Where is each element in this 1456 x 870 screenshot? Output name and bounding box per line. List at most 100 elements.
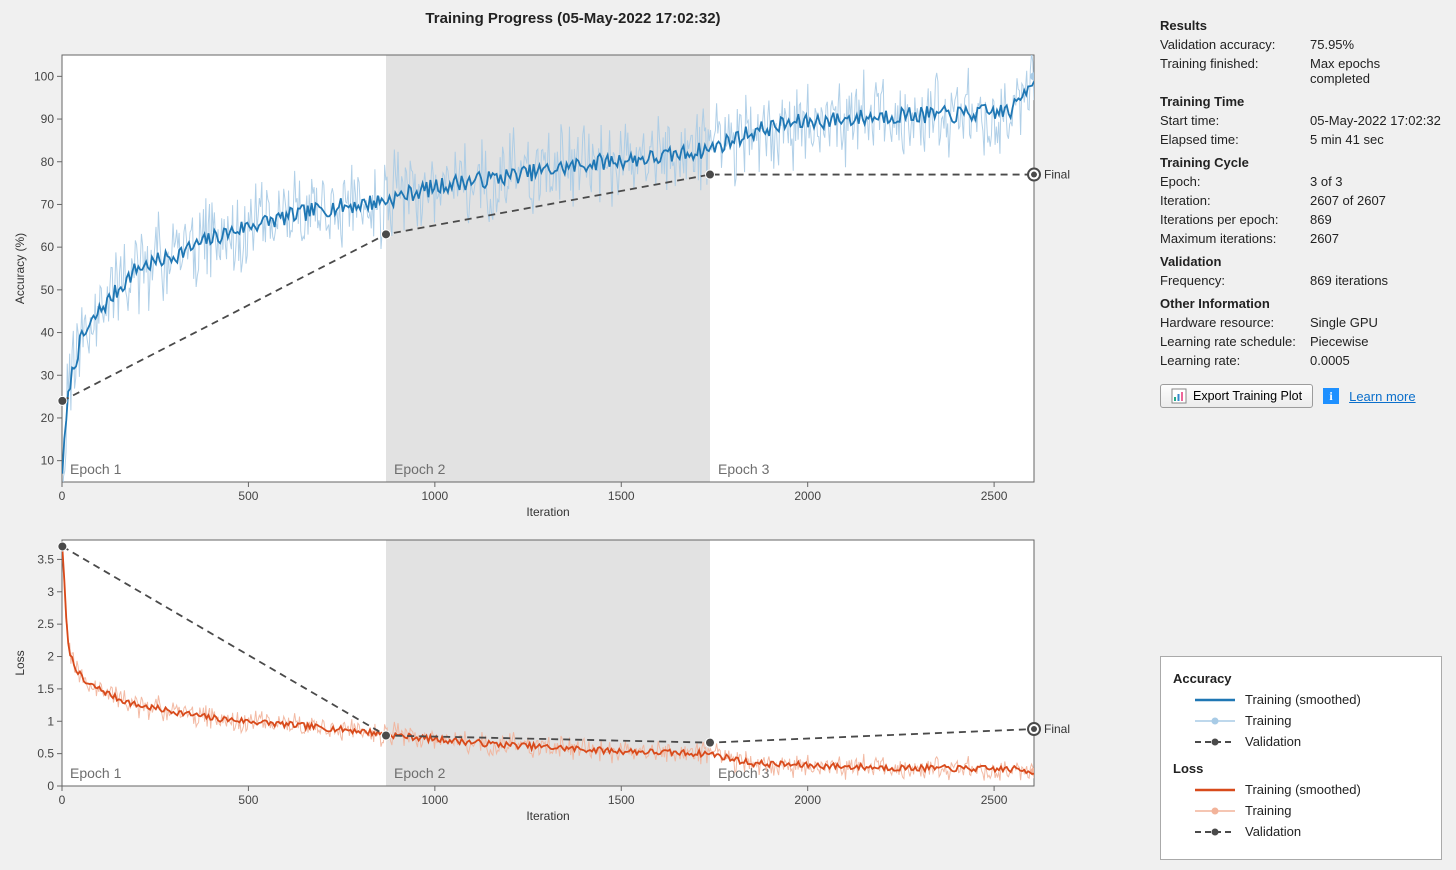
hw-label: Hardware resource:	[1160, 315, 1310, 330]
svg-text:2000: 2000	[794, 489, 821, 503]
legend-loss-heading: Loss	[1173, 761, 1425, 776]
training-finished-value: Max epochs completed	[1310, 56, 1442, 86]
elapsed-time-value: 5 min 41 sec	[1310, 132, 1442, 147]
svg-text:70: 70	[41, 197, 55, 211]
svg-text:2: 2	[47, 650, 54, 664]
svg-text:50: 50	[41, 283, 55, 297]
legend-label: Training	[1245, 713, 1291, 728]
svg-text:80: 80	[41, 155, 55, 169]
validation-accuracy-value: 75.95%	[1310, 37, 1442, 52]
svg-text:90: 90	[41, 112, 55, 126]
training-time-heading: Training Time	[1160, 94, 1442, 109]
loss-chart: 0 0.5 1 1.5 2 2.5 3 3.5 0 500 1000 1500 2000 2500 Epoc…	[6, 534, 1140, 832]
chart-export-icon	[1171, 388, 1187, 404]
svg-text:1000: 1000	[421, 793, 448, 807]
validation-accuracy-row: Validation accuracy: 75.95%	[1160, 37, 1442, 52]
freq-row: Frequency: 869 iterations	[1160, 273, 1442, 288]
svg-text:1000: 1000	[421, 489, 448, 503]
svg-text:1500: 1500	[608, 793, 635, 807]
actions-row: Export Training Plot i Learn more	[1160, 384, 1442, 408]
legend-acc-validation: Validation	[1195, 734, 1425, 749]
legend-acc-smoothed: Training (smoothed)	[1195, 692, 1425, 707]
app-root: Training Progress (05-May-2022 17:02:32)…	[0, 0, 1456, 870]
legend-panel: Accuracy Training (smoothed) Training Va…	[1160, 656, 1442, 860]
freq-value: 869 iterations	[1310, 273, 1442, 288]
learn-more-link[interactable]: Learn more	[1349, 389, 1415, 404]
svg-text:0: 0	[59, 793, 66, 807]
lrs-row: Learning rate schedule: Piecewise	[1160, 334, 1442, 349]
lr-label: Learning rate:	[1160, 353, 1310, 368]
lrs-label: Learning rate schedule:	[1160, 334, 1310, 349]
svg-text:Iteration: Iteration	[526, 809, 569, 823]
legend-loss-smoothed: Training (smoothed)	[1195, 782, 1425, 797]
legend-label: Validation	[1245, 824, 1301, 839]
epoch-row: Epoch: 3 of 3	[1160, 174, 1442, 189]
legend-label: Training	[1245, 803, 1291, 818]
side-panel: Results Validation accuracy: 75.95% Trai…	[1146, 0, 1456, 870]
svg-text:2000: 2000	[794, 793, 821, 807]
svg-text:Epoch 3: Epoch 3	[718, 461, 770, 477]
svg-text:3.5: 3.5	[37, 552, 54, 566]
svg-text:40: 40	[41, 326, 55, 340]
elapsed-time-row: Elapsed time: 5 min 41 sec	[1160, 132, 1442, 147]
legend-acc-training: Training	[1195, 713, 1425, 728]
svg-text:Final: Final	[1044, 722, 1070, 736]
maxiter-value: 2607	[1310, 231, 1442, 246]
lrs-value: Piecewise	[1310, 334, 1442, 349]
svg-text:100: 100	[34, 69, 54, 83]
export-training-plot-button[interactable]: Export Training Plot	[1160, 384, 1313, 408]
training-cycle-heading: Training Cycle	[1160, 155, 1442, 170]
elapsed-time-label: Elapsed time:	[1160, 132, 1310, 147]
svg-text:1.5: 1.5	[37, 682, 54, 696]
svg-text:30: 30	[41, 368, 55, 382]
svg-text:Iteration: Iteration	[526, 505, 569, 519]
hw-row: Hardware resource: Single GPU	[1160, 315, 1442, 330]
svg-text:500: 500	[238, 489, 258, 503]
svg-text:Epoch 2: Epoch 2	[394, 765, 446, 781]
hw-value: Single GPU	[1310, 315, 1442, 330]
legend-accuracy-heading: Accuracy	[1173, 671, 1425, 686]
svg-text:1: 1	[47, 714, 54, 728]
page-title: Training Progress (05-May-2022 17:02:32)	[6, 10, 1140, 27]
svg-text:60: 60	[41, 240, 55, 254]
svg-text:500: 500	[238, 793, 258, 807]
ipe-label: Iterations per epoch:	[1160, 212, 1310, 227]
iteration-value: 2607 of 2607	[1310, 193, 1442, 208]
validation-accuracy-label: Validation accuracy:	[1160, 37, 1310, 52]
accuracy-chart: 1020304050607080901000500100015002000250…	[6, 33, 1140, 528]
ipe-row: Iterations per epoch: 869	[1160, 212, 1442, 227]
export-button-label: Export Training Plot	[1193, 389, 1302, 403]
maxiter-row: Maximum iterations: 2607	[1160, 231, 1442, 246]
validation-heading: Validation	[1160, 254, 1442, 269]
legend-dash-dot-icon	[1195, 735, 1235, 749]
svg-text:20: 20	[41, 411, 55, 425]
svg-text:2500: 2500	[981, 793, 1008, 807]
other-heading: Other Information	[1160, 296, 1442, 311]
svg-text:0.5: 0.5	[37, 747, 54, 761]
maxiter-label: Maximum iterations:	[1160, 231, 1310, 246]
legend-line-icon	[1195, 693, 1235, 707]
epoch-label: Epoch:	[1160, 174, 1310, 189]
lr-value: 0.0005	[1310, 353, 1442, 368]
svg-text:3: 3	[47, 585, 54, 599]
iteration-label: Iteration:	[1160, 193, 1310, 208]
charts-panel: Training Progress (05-May-2022 17:02:32)…	[0, 0, 1146, 870]
svg-text:0: 0	[59, 489, 66, 503]
info-icon: i	[1323, 388, 1339, 404]
svg-text:0: 0	[47, 779, 54, 793]
start-time-row: Start time: 05-May-2022 17:02:32	[1160, 113, 1442, 128]
legend-loss-validation: Validation	[1195, 824, 1425, 839]
legend-label: Validation	[1245, 734, 1301, 749]
legend-line-icon	[1195, 783, 1235, 797]
legend-line-dot-icon	[1195, 804, 1235, 818]
svg-text:2500: 2500	[981, 489, 1008, 503]
legend-dash-dot-icon	[1195, 825, 1235, 839]
svg-text:Epoch 1: Epoch 1	[70, 765, 122, 781]
freq-label: Frequency:	[1160, 273, 1310, 288]
results-heading: Results	[1160, 18, 1442, 33]
ipe-value: 869	[1310, 212, 1442, 227]
legend-line-dot-icon	[1195, 714, 1235, 728]
start-time-value: 05-May-2022 17:02:32	[1310, 113, 1442, 128]
epoch-value: 3 of 3	[1310, 174, 1442, 189]
svg-text:2.5: 2.5	[37, 617, 54, 631]
